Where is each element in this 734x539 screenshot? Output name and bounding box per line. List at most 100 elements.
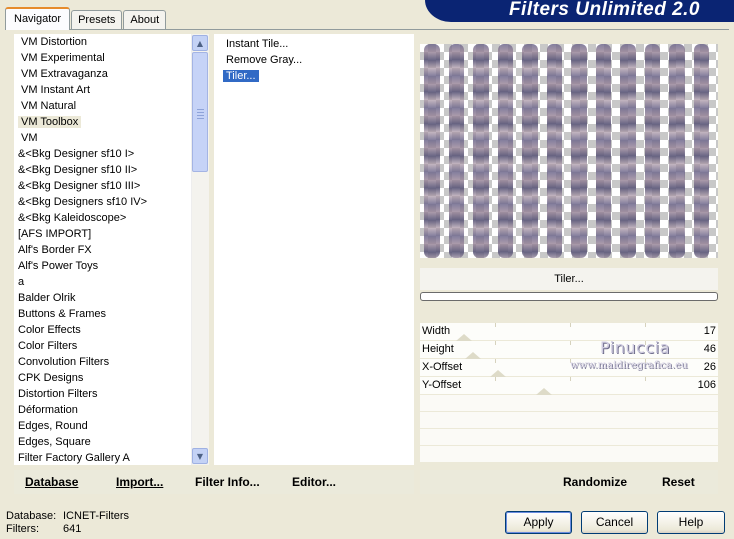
parameter-slider-empty[interactable] — [420, 429, 718, 445]
slider-thumb[interactable] — [536, 388, 552, 395]
category-item[interactable]: VM Distortion — [14, 34, 190, 50]
category-list[interactable]: VM Distortion VM Experimental VM Extravaga… — [14, 34, 190, 465]
title-banner: Filters Unlimited 2.0 — [425, 0, 734, 22]
category-item[interactable]: a — [14, 274, 190, 290]
database-button[interactable]: Database — [25, 475, 78, 489]
parameter-slider[interactable]: Height 46 — [420, 341, 718, 359]
slider-tick — [495, 359, 496, 363]
category-item-label: Buttons & Frames — [18, 308, 107, 320]
category-item[interactable]: [AFS IMPORT] — [14, 226, 190, 242]
status-database: Database: ICNET-Filters — [6, 510, 129, 522]
category-item-label: Distortion Filters — [18, 388, 98, 400]
slider-tick — [495, 323, 496, 327]
category-item[interactable]: Distortion Filters — [14, 386, 190, 402]
filter-info-button[interactable]: Filter Info... — [195, 475, 260, 489]
filter-list[interactable]: Instant Tile... Remove Gray... Tiler... — [214, 36, 414, 84]
randomize-button[interactable]: Randomize — [563, 475, 627, 489]
tab-about[interactable]: About — [123, 10, 167, 29]
category-item[interactable]: Color Effects — [14, 322, 190, 338]
preview-filter-label: Tiler... — [420, 268, 718, 290]
slider-tick — [645, 377, 646, 381]
category-item-label: Déformation — [18, 404, 78, 416]
parameter-slider-empty[interactable] — [420, 395, 718, 411]
left-button-bar: Database Import... Filter Info... Editor… — [14, 470, 414, 494]
scrollbar-thumb[interactable] — [192, 52, 208, 172]
parameter-label: Width — [422, 325, 451, 337]
category-item[interactable]: &<Bkg Kaleidoscope> — [14, 210, 190, 226]
reset-button[interactable]: Reset — [662, 475, 695, 489]
category-item-label: Edges, Round — [18, 420, 88, 432]
filter-item[interactable]: Instant Tile... — [214, 36, 414, 52]
scroll-down-button[interactable]: ▼ — [192, 448, 208, 464]
category-item[interactable]: CPK Designs — [14, 370, 190, 386]
category-item[interactable]: Filter Factory Gallery A — [14, 450, 190, 465]
parameter-slider-empty[interactable] — [420, 446, 718, 462]
category-item-label: &<Bkg Designer sf10 III> — [18, 180, 141, 192]
category-item[interactable]: VM Extravaganza — [14, 66, 190, 82]
category-item[interactable]: VM Experimental — [14, 50, 190, 66]
parameter-slider[interactable]: Width 17 — [420, 323, 718, 341]
parameter-value: 26 — [703, 361, 716, 373]
apply-button[interactable]: Apply — [505, 511, 572, 534]
tile-column — [424, 44, 440, 258]
category-item[interactable]: Balder Olrik — [14, 290, 190, 306]
parameter-value: 46 — [703, 343, 716, 355]
parameter-label: Height — [422, 343, 454, 355]
parameter-sliders: Width 17 Height 46 X-Offset 26 Y-Offset 106 — [420, 323, 718, 463]
tab-divider — [5, 29, 729, 30]
category-item[interactable]: &<Bkg Designer sf10 III> — [14, 178, 190, 194]
database-label: Database: — [6, 510, 57, 522]
slider-thumb[interactable] — [465, 352, 481, 359]
filters-value: 641 — [63, 523, 82, 535]
category-item[interactable]: Convolution Filters — [14, 354, 190, 370]
tile-column — [522, 44, 538, 258]
cancel-button[interactable]: Cancel — [581, 511, 648, 534]
category-item-label: Alf's Power Toys — [18, 260, 99, 272]
parameter-slider-empty[interactable] — [420, 412, 718, 428]
category-item[interactable]: Alf's Power Toys — [14, 258, 190, 274]
slider-tick — [645, 323, 646, 327]
category-item[interactable]: &<Bkg Designer sf10 I> — [14, 146, 190, 162]
category-list-panel: VM Distortion VM Experimental VM Extravaga… — [14, 34, 209, 465]
slider-thumb[interactable] — [490, 370, 506, 377]
banner-title: Filters Unlimited 2.0 — [508, 0, 700, 20]
import-button[interactable]: Import... — [116, 475, 163, 489]
category-item[interactable]: VM Instant Art — [14, 82, 190, 98]
category-item[interactable]: &<Bkg Designer sf10 II> — [14, 162, 190, 178]
category-item-label: CPK Designs — [18, 372, 84, 384]
category-item[interactable]: Déformation — [14, 402, 190, 418]
tab-presets[interactable]: Presets — [71, 10, 123, 29]
category-item[interactable]: VM Natural — [14, 98, 190, 114]
database-value: ICNET-Filters — [63, 510, 129, 522]
category-item[interactable]: Edges, Round — [14, 418, 190, 434]
tile-column — [473, 44, 489, 258]
category-item[interactable]: VM Toolbox — [14, 114, 190, 130]
chevron-down-icon: ▼ — [196, 451, 204, 461]
category-item[interactable]: Edges, Square — [14, 434, 190, 450]
chevron-up-icon: ▲ — [196, 38, 204, 48]
category-item-label: Balder Olrik — [18, 292, 76, 304]
filter-list-panel: Instant Tile... Remove Gray... Tiler... — [214, 34, 414, 465]
tile-column — [497, 44, 513, 258]
tab-navigator[interactable]: Navigator — [5, 7, 71, 30]
scroll-up-button[interactable]: ▲ — [192, 35, 208, 51]
category-item-label: VM Toolbox — [18, 116, 82, 128]
slider-thumb[interactable] — [456, 334, 472, 341]
category-item-label: VM Extravaganza — [21, 68, 108, 80]
category-item[interactable]: Color Filters — [14, 338, 190, 354]
filter-item[interactable]: Tiler... — [214, 68, 414, 84]
filter-item[interactable]: Remove Gray... — [214, 52, 414, 68]
category-item[interactable]: &<Bkg Designers sf10 IV> — [14, 194, 190, 210]
category-item-label: VM Natural — [21, 100, 77, 112]
category-item[interactable]: VM — [14, 130, 190, 146]
help-button[interactable]: Help — [657, 511, 725, 534]
category-item[interactable]: Alf's Border FX — [14, 242, 190, 258]
slider-tick — [495, 377, 496, 381]
category-item-label: Color Filters — [18, 340, 78, 352]
status-filters: Filters: 641 — [6, 523, 81, 535]
parameter-slider[interactable]: Y-Offset 106 — [420, 377, 718, 395]
category-item[interactable]: Buttons & Frames — [14, 306, 190, 322]
editor-button[interactable]: Editor... — [292, 475, 336, 489]
parameter-value: 17 — [703, 325, 716, 337]
category-scrollbar[interactable]: ▲ ▼ — [191, 34, 209, 465]
